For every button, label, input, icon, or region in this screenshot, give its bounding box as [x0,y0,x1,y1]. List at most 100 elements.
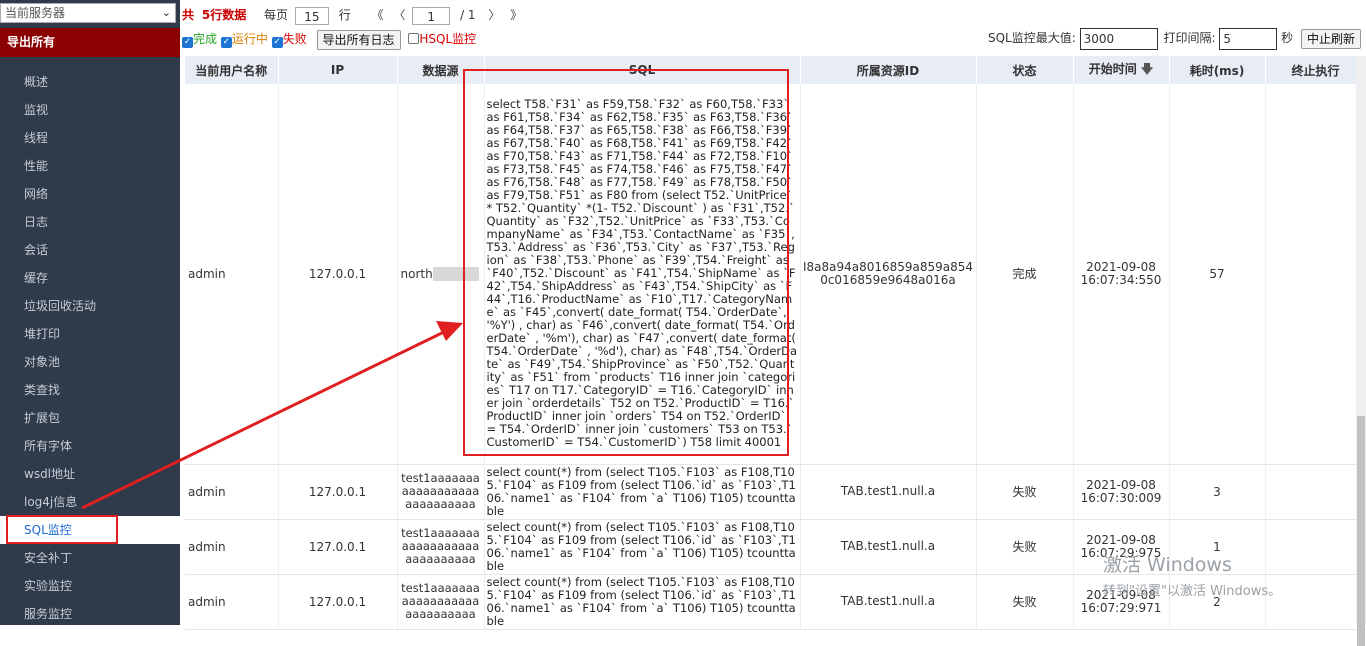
sidebar-item[interactable]: SQL监控 [0,516,180,544]
terminate-cell[interactable] [1265,84,1366,465]
monitor-settings: SQL监控最大值: 3000 打印间隔: 5 秒 中止刷新 [988,26,1361,50]
ip-cell: 127.0.0.1 [278,519,398,575]
sidebar-item[interactable]: 性能 [0,152,180,180]
terminate-cell[interactable] [1265,574,1366,630]
first-page-button[interactable]: 《 [369,4,387,26]
col-resource[interactable]: 所属资源ID [800,56,977,84]
col-sql[interactable]: SQL [484,56,801,84]
terminate-cell[interactable] [1265,464,1366,520]
print-interval-input[interactable]: 5 [1219,27,1278,50]
sidebar-item[interactable]: 类查找 [0,376,180,404]
status-cell: 完成 [976,84,1074,465]
per-page-input[interactable]: 15 [294,6,329,25]
filter-done-label: 完成 [193,32,218,46]
sidebar-item[interactable]: 服务监控 [0,600,180,628]
duration-cell: 3 [1169,464,1266,520]
sidebar-item[interactable]: 线程 [0,124,180,152]
col-ip[interactable]: IP [278,56,398,84]
sql-cell: select count(*) from (select T105.`F103`… [484,519,801,575]
pagination-bar: 共 5行数据 每页 15 行 《 〈 1 / 1 〉 》 [182,4,525,26]
start-time-cell: 2021-09-08 16:07:30:009 [1073,464,1170,520]
resource-cell: TAB.test1.null.a [800,464,977,520]
scrollbar-thumb[interactable] [1357,416,1365,646]
sidebar-item[interactable]: 所有字体 [0,432,180,460]
hsql-monitor-checkbox[interactable] [408,33,420,44]
sidebar-item[interactable]: 堆打印 [0,320,180,348]
next-page-button[interactable]: 〉 [485,4,503,26]
duration-cell: 2 [1169,574,1266,630]
arrow-down-icon: 🡇 [1140,61,1154,76]
status-cell: 失败 [976,519,1074,575]
sql-max-label: SQL监控最大值: [987,31,1076,45]
start-time-cell: 2021-09-08 16:07:29:971 [1073,574,1170,630]
sidebar-item[interactable]: 监视 [0,96,180,124]
table-row[interactable]: admin 127.0.0.1 test1aaaaaaaaaaaaaaaaaaaaa… [185,464,1366,520]
status-cell: 失败 [976,464,1074,520]
resource-cell: TAB.test1.null.a [800,519,977,575]
table-row[interactable]: admin 127.0.0.1 test1aaaaaaaaaaaaaaaaaaaaa… [185,519,1366,575]
sidebar-item[interactable]: 网络 [0,180,180,208]
sidebar-item[interactable]: 对象池 [0,348,180,376]
terminate-cell[interactable] [1265,519,1366,575]
col-start-time[interactable]: 开始时间 🡇 [1073,56,1170,84]
datasource-cell: north [397,84,485,465]
table-scrollbar[interactable] [1356,56,1366,646]
duration-cell: 57 [1169,84,1266,465]
filter-running-checkbox[interactable]: ✓ [220,37,232,48]
table-header-row: 当前用户名称 IP 数据源 SQL 所属资源ID 状态 开始时间 🡇 耗时(ms… [185,56,1366,84]
last-page-button[interactable]: 》 [507,4,525,26]
stop-refresh-button[interactable]: 中止刷新 [1300,28,1361,49]
start-date: 2021-09-08 [1086,587,1156,602]
per-page-label: 每页 [264,8,289,22]
start-date: 2021-09-08 [1086,532,1156,547]
col-start-time-label: 开始时间 [1088,61,1137,76]
user-cell: admin [185,519,279,575]
server-select[interactable]: 当前服务器 ⌄ [0,3,176,23]
col-datasource[interactable]: 数据源 [397,56,485,84]
sql-max-input[interactable]: 3000 [1079,27,1158,50]
col-duration[interactable]: 耗时(ms) [1169,56,1266,84]
redacted-blur [432,267,479,281]
total-rows: 5行数据 [201,8,247,22]
seconds-unit: 秒 [1281,31,1294,45]
table-row[interactable]: admin 127.0.0.1 north select T58.`F31` as F… [185,84,1366,465]
sidebar-item[interactable]: 会话 [0,236,180,264]
export-all-button[interactable]: 导出所有 [0,28,180,57]
sidebar-item[interactable]: 缓存 [0,264,180,292]
sidebar-item[interactable]: log4j信息 [0,488,180,516]
prev-page-button[interactable]: 〈 [390,4,408,26]
col-user[interactable]: 当前用户名称 [185,56,279,84]
sidebar-item[interactable]: wsdl地址 [0,460,180,488]
sql-monitor-table: 当前用户名称 IP 数据源 SQL 所属资源ID 状态 开始时间 🡇 耗时(ms… [185,56,1366,630]
status-cell: 失败 [976,574,1074,630]
total-prefix: 共 [182,8,195,22]
table-row[interactable]: admin 127.0.0.1 test1aaaaaaaaaaaaaaaaaaaaa… [185,574,1366,630]
sidebar-item[interactable]: 实验监控 [0,572,180,600]
col-status[interactable]: 状态 [976,56,1074,84]
sidebar-nav: 概述 监视 线程 性能 网络 日志 会话 缓存 垃圾回收活动 堆打印 对象池 类查找 扩展包 所有字体 ws… [0,68,180,628]
filter-done-checkbox[interactable]: ✓ [182,37,193,48]
ip-cell: 127.0.0.1 [278,464,398,520]
start-date: 2021-09-08 [1086,259,1156,274]
col-terminate[interactable]: 终止执行 [1265,56,1366,84]
start-date: 2021-09-08 [1086,477,1156,492]
sidebar-item[interactable]: 概述 [0,68,180,96]
resource-cell: TAB.test1.null.a [800,574,977,630]
page-input[interactable]: 1 [412,6,451,25]
sidebar-item[interactable]: 安全补丁 [0,544,180,572]
sql-cell: select count(*) from (select T105.`F103`… [484,574,801,630]
ip-cell: 127.0.0.1 [278,574,398,630]
resource-cell: I8a8a94a8016859a859a8540c016859e9648a016… [800,84,977,465]
sidebar-item[interactable]: 扩展包 [0,404,180,432]
page-total: / 1 [460,8,476,22]
hsql-monitor-label: HSQL监控 [419,32,477,46]
ip-cell: 127.0.0.1 [278,84,398,465]
filter-failed-checkbox[interactable]: ✓ [271,37,283,48]
datasource-cell: test1aaaaaaaaaaaaaaaaaaaaaaaaaaaa [397,574,485,630]
sql-cell: select count(*) from (select T105.`F103`… [484,464,801,520]
export-log-button[interactable]: 导出所有日志 [316,29,401,50]
sidebar-item[interactable]: 日志 [0,208,180,236]
chevron-down-icon: ⌄ [161,6,171,19]
sidebar-item[interactable]: 垃圾回收活动 [0,292,180,320]
start-time-cell: 2021-09-08 16:07:29:975 [1073,519,1170,575]
